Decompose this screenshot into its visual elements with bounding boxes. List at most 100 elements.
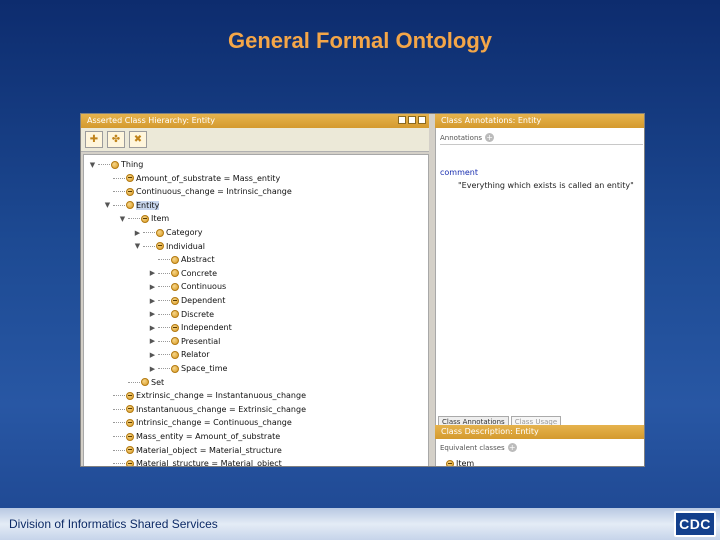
tree-node[interactable]: Continuous_change = Intrinsic_change	[103, 185, 292, 198]
collapse-arrow-icon[interactable]: ▶	[148, 351, 157, 359]
defined-class-icon	[126, 174, 134, 183]
defined-class-icon	[126, 405, 134, 414]
tree-node[interactable]: ▼ Individual	[133, 240, 205, 253]
tree-connector	[158, 300, 170, 301]
tree-connector	[143, 245, 155, 247]
class-icon	[171, 310, 179, 319]
tree-node-label: Set	[151, 377, 165, 387]
tree-node[interactable]: ▶ Dependent	[148, 294, 226, 307]
close-icon[interactable]	[418, 116, 426, 124]
collapse-arrow-icon[interactable]: ▶	[148, 365, 157, 373]
tree-node-label: Concrete	[181, 268, 218, 278]
tree-node[interactable]: Material_structure = Material_object	[103, 457, 282, 467]
expand-arrow-icon[interactable]: ▼	[103, 201, 112, 209]
tree-node[interactable]: ▶ Relator	[148, 348, 210, 361]
footer-text: Division of Informatics Shared Services	[9, 517, 218, 531]
tree-connector	[113, 191, 125, 193]
add-annotation-icon[interactable]: +	[485, 133, 495, 142]
class-annotations-header: Class Annotations: Entity	[435, 114, 644, 128]
collapse-arrow-icon[interactable]: ▶	[148, 283, 157, 291]
tree-node-label: Instantanuous_change = Extrinsic_change	[136, 404, 306, 414]
tree-node[interactable]: ▶ Space_time	[148, 362, 228, 375]
tree-connector	[113, 436, 125, 437]
maximize-icon[interactable]	[408, 116, 416, 124]
class-icon	[171, 337, 179, 346]
tree-node-label: Material_structure = Material_object	[136, 459, 282, 467]
tree-connector	[113, 408, 125, 410]
tree-node-label: Relator	[181, 350, 210, 360]
equivalent-class-item[interactable]: Item	[446, 457, 474, 466]
tree-node[interactable]: ▶ Discrete	[148, 308, 214, 321]
tree-node[interactable]: ▶ Independent	[148, 321, 232, 334]
defined-class-icon	[126, 418, 134, 427]
cdc-logo: CDC	[674, 511, 716, 537]
tree-connector	[158, 272, 170, 274]
collapse-arrow-icon[interactable]: ▶	[148, 269, 157, 277]
divider	[440, 144, 643, 145]
delete-class-icon[interactable]: ✖	[129, 131, 147, 148]
defined-class-icon	[126, 459, 134, 466]
tree-connector	[158, 354, 170, 356]
tree-connector	[128, 381, 140, 383]
tree-connector	[158, 259, 170, 261]
tree-node-label: Presential	[181, 336, 221, 346]
collapse-arrow-icon[interactable]: ▶	[133, 229, 142, 237]
tree-node[interactable]: ▼ Entity	[103, 199, 160, 212]
class-icon	[171, 282, 179, 291]
expand-arrow-icon[interactable]: ▼	[118, 215, 127, 223]
tree-node[interactable]: Instantanuous_change = Extrinsic_change	[103, 403, 306, 416]
tree-connector	[113, 422, 125, 424]
add-subclass-icon[interactable]: ✚	[85, 131, 103, 148]
tree-connector	[113, 204, 125, 206]
tree-node[interactable]: Material_object = Material_structure	[103, 444, 282, 457]
tree-node[interactable]: Set	[118, 376, 164, 389]
tree-node-label: Individual	[166, 241, 205, 251]
tree-node-label: Amount_of_substrate = Mass_entity	[136, 173, 281, 183]
equivalent-classes-label: Equivalent classes	[440, 443, 505, 452]
class-description-pane: Equivalent classes + Item	[435, 439, 644, 466]
tree-node-label: Abstract	[181, 255, 215, 265]
collapse-arrow-icon[interactable]: ▶	[148, 297, 157, 305]
equivalent-classes-row: Equivalent classes +	[440, 443, 517, 452]
tree-node[interactable]: ▶ Presential	[148, 335, 221, 348]
collapse-arrow-icon[interactable]: ▶	[148, 337, 157, 345]
tree-node[interactable]: ▶ Category	[133, 226, 203, 239]
tree-node-label: Dependent	[181, 296, 226, 305]
tree-connector	[143, 232, 155, 233]
tree-connector	[158, 340, 170, 342]
collapse-arrow-icon[interactable]: ▶	[148, 310, 157, 318]
expand-arrow-icon[interactable]: ▼	[133, 242, 142, 250]
tree-node[interactable]: ▼ Item	[118, 212, 169, 225]
defined-class-icon	[156, 242, 164, 251]
class-icon	[111, 160, 119, 169]
tree-node[interactable]: ▶ Concrete	[148, 267, 217, 280]
collapse-arrow-icon[interactable]: ▶	[148, 324, 157, 332]
annotations-label: Annotations	[440, 133, 483, 142]
tree-connector	[113, 463, 125, 465]
tree-node-label: Continuous_change = Intrinsic_change	[136, 187, 292, 197]
tree-node-label: Extrinsic_change = Instantanuous_change	[136, 391, 306, 401]
pin-icon[interactable]	[398, 116, 406, 124]
tree-node-label: Mass_entity = Amount_of_substrate	[136, 432, 281, 441]
defined-class-icon	[446, 459, 454, 466]
tree-node[interactable]: ▼ Thing	[88, 158, 144, 171]
tree-node[interactable]: Intrinsic_change = Continuous_change	[103, 416, 292, 429]
class-icon	[171, 364, 179, 373]
class-icon	[171, 269, 179, 278]
class-hierarchy-header: Asserted Class Hierarchy: Entity	[81, 114, 429, 128]
tree-node-label: Thing	[121, 160, 144, 169]
comment-value[interactable]: "Everything which exists is called an en…	[458, 181, 634, 190]
tree-connector	[128, 218, 140, 220]
tree-connector	[158, 286, 170, 288]
add-sibling-icon[interactable]: ✤	[107, 131, 125, 148]
add-equivalent-class-icon[interactable]: +	[507, 443, 517, 452]
expand-arrow-icon[interactable]: ▼	[88, 161, 97, 169]
class-icon	[141, 378, 149, 387]
tree-node[interactable]: Amount_of_substrate = Mass_entity	[103, 172, 280, 185]
comment-key[interactable]: comment	[440, 168, 478, 177]
tree-node[interactable]: Mass_entity = Amount_of_substrate	[103, 430, 280, 443]
tree-node[interactable]: ▶ Continuous	[148, 280, 226, 293]
tree-node[interactable]: Abstract	[148, 253, 215, 266]
tree-node[interactable]: Extrinsic_change = Instantanuous_change	[103, 389, 306, 402]
defined-class-icon	[126, 432, 134, 441]
